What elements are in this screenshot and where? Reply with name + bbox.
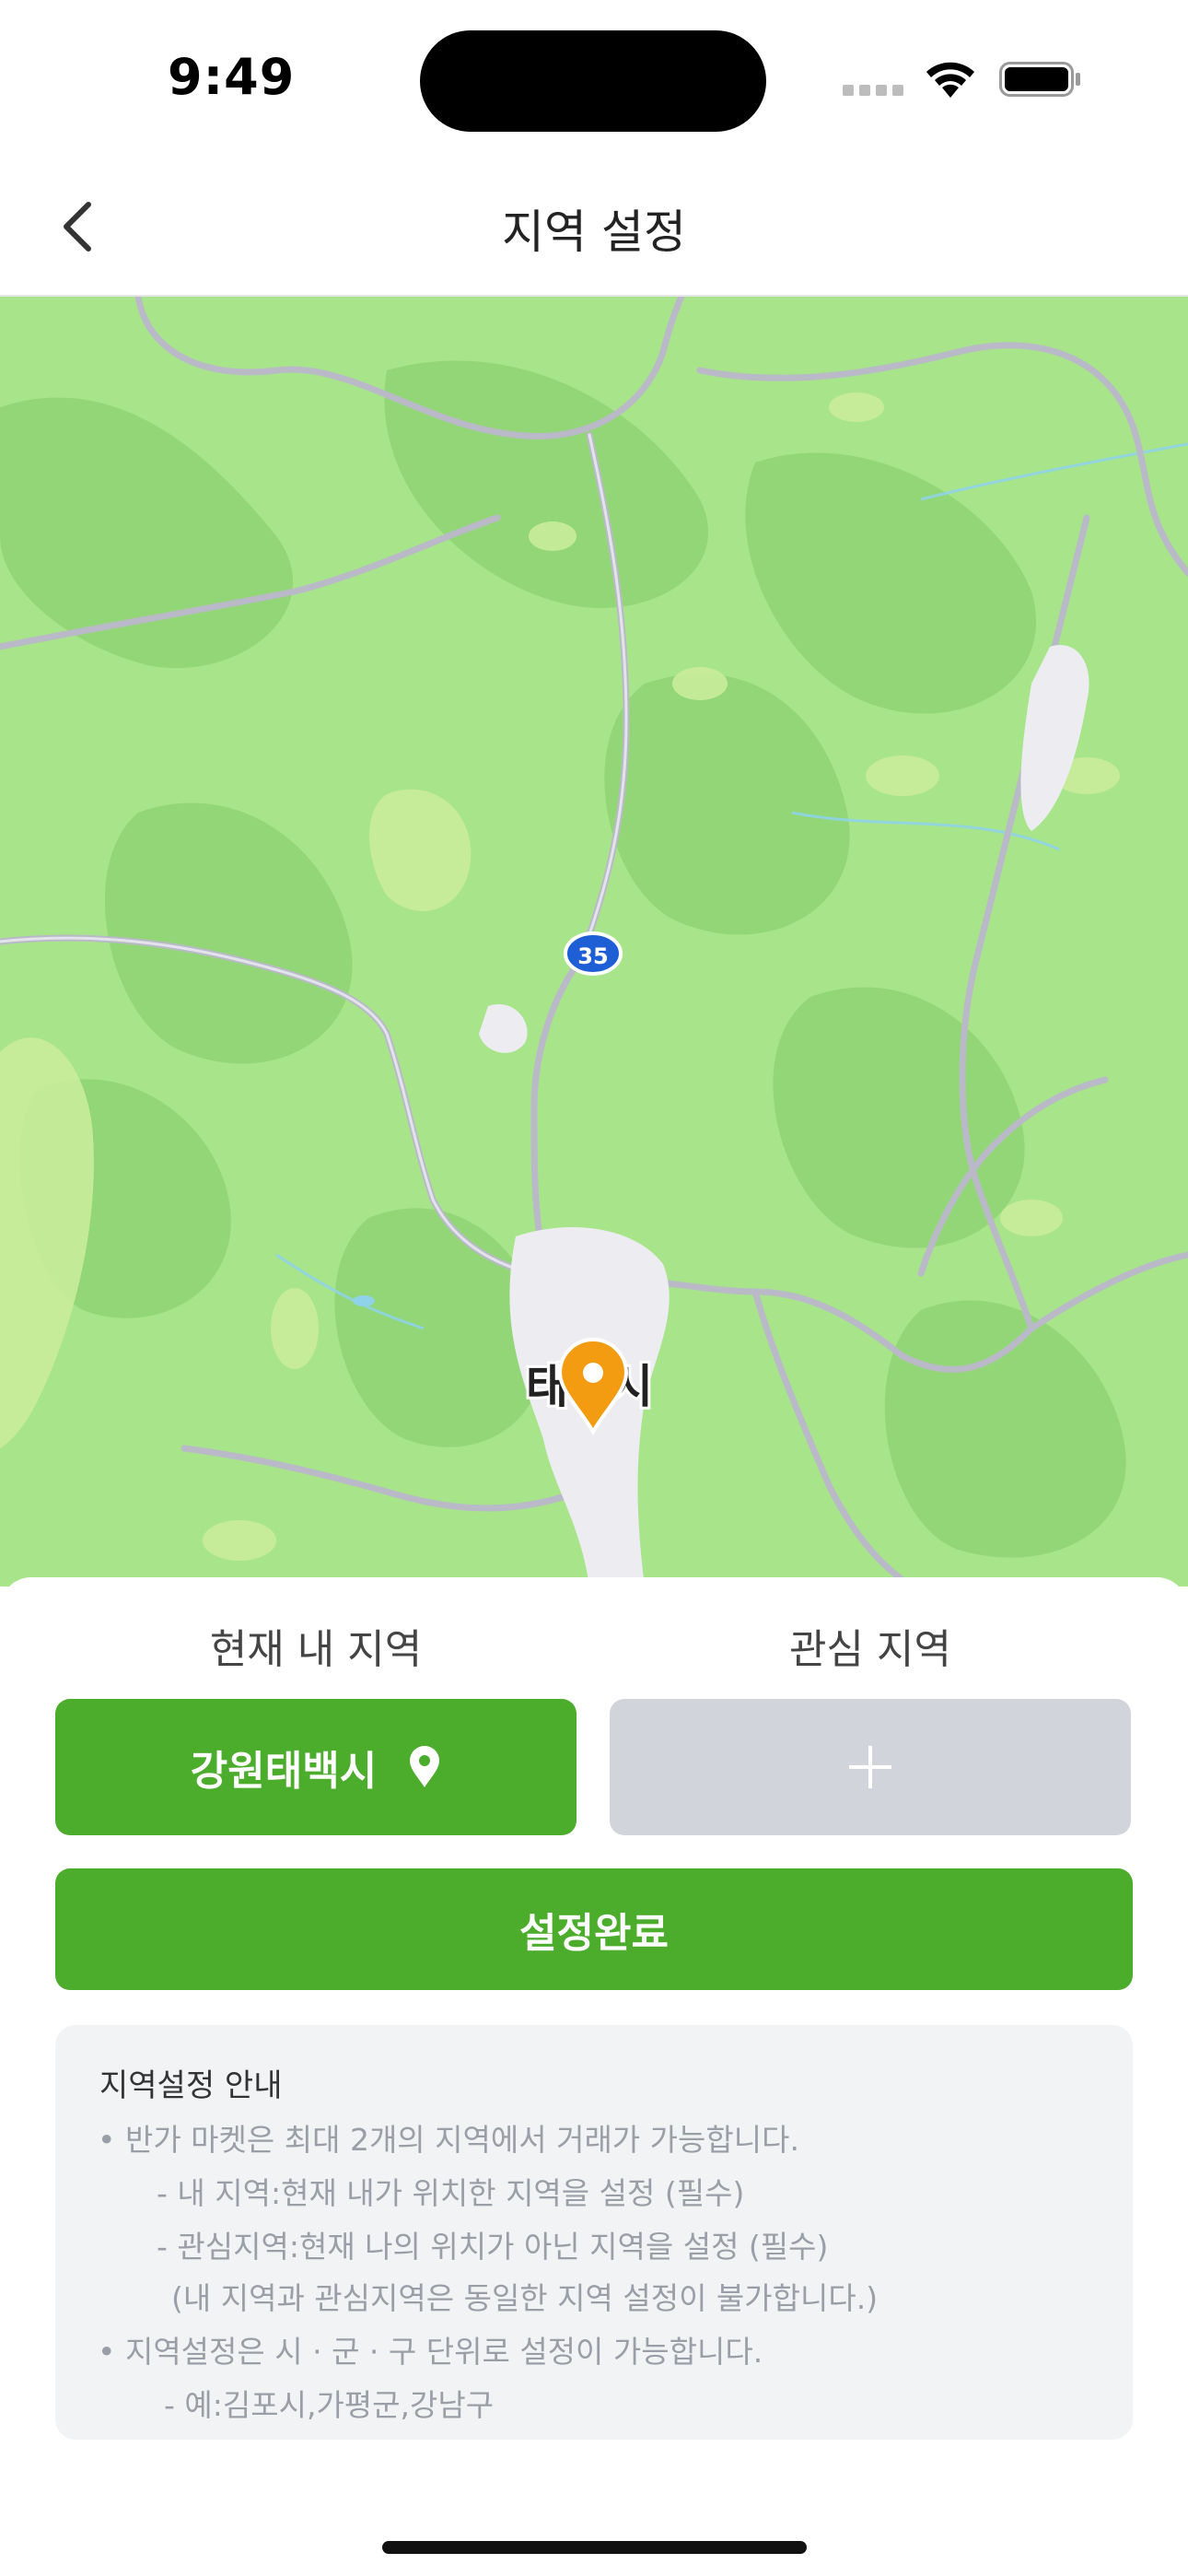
info-line: - 관심지역:현재 나의 위치가 아닌 지역을 설정 (필수) <box>157 2229 829 2265</box>
navigation-bar: 지역 설정 <box>0 157 1188 297</box>
info-title: 지역설정 안내 <box>99 2067 283 2104</box>
cellular-signal-icon <box>843 85 905 98</box>
current-region-label: 현재 내 지역 <box>209 1626 423 1673</box>
map-view[interactable]: 35 태백시 <box>0 297 1188 1587</box>
info-line: (내 지역과 관심지역은 동일한 지역 설정이 불가합니다.) <box>171 2280 879 2316</box>
wifi-icon <box>926 62 974 98</box>
status-time: 9:49 <box>168 48 296 106</box>
add-interest-region-button[interactable] <box>610 1699 1131 1835</box>
current-region-button[interactable]: 강원태백시 <box>55 1699 577 1835</box>
current-region-value: 강원태백시 <box>190 1748 378 1795</box>
page-title: 지역 설정 <box>502 205 686 259</box>
dynamic-island <box>420 30 766 132</box>
home-indicator <box>382 2541 807 2554</box>
info-line: • 반가 마켓은 최대 2개의 지역에서 거래가 가능합니다. <box>98 2122 799 2158</box>
info-line: • 지역설정은 시 · 군 · 구 단위로 설정이 가능합니다. <box>98 2334 763 2370</box>
battery-icon <box>999 62 1080 97</box>
info-line: - 내 지역:현재 내가 위치한 지역을 설정 (필수) <box>157 2175 745 2211</box>
info-box: 지역설정 안내 • 반가 마켓은 최대 2개의 지역에서 거래가 가능합니다. … <box>55 2025 1133 2440</box>
route-number: 35 <box>577 943 608 969</box>
status-bar: 9:49 <box>0 0 1188 157</box>
interest-region-label: 관심 지역 <box>789 1626 951 1673</box>
plus-icon <box>849 1746 891 1788</box>
confirm-button[interactable]: 설정완료 <box>55 1868 1133 1990</box>
map-canvas: 35 태백시 <box>0 297 1188 1587</box>
route-shield-icon: 35 <box>564 931 623 976</box>
region-settings-sheet: 현재 내 지역 관심 지역 강원태백시 설정완료 지역설정 안내 • 반가 마켓… <box>0 1577 1188 2576</box>
info-line: - 예:김포시,가평군,강남구 <box>164 2387 495 2423</box>
location-pin-icon <box>410 1746 440 1787</box>
